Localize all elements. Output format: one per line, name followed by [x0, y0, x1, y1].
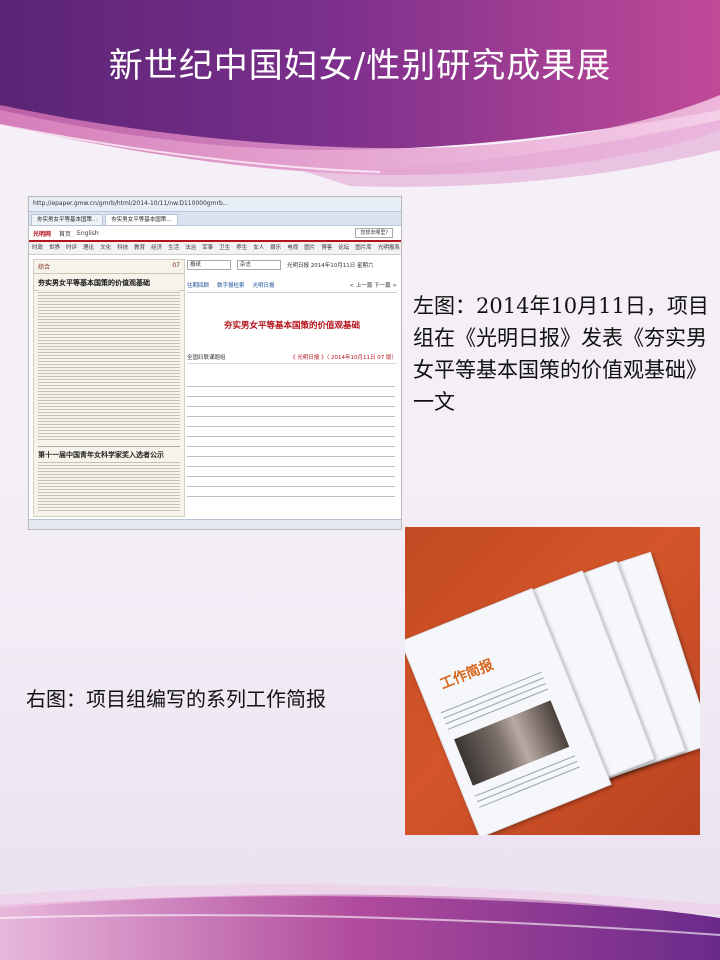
paper-bottom-headline: 第十一届中国青年女科学家奖入选者公示: [38, 446, 180, 460]
nav-item: 时评: [66, 245, 78, 251]
nav-item: 卫生: [219, 245, 231, 251]
slide-title: 新世纪中国妇女/性别研究成果展: [108, 46, 612, 86]
browser-tabs: 夯实男女平等基本国策... 夯实男女平等基本国策...: [29, 212, 401, 226]
nav-item: 图片: [304, 245, 316, 251]
nav-item: 经济: [151, 245, 163, 251]
bulletin-cover-title: 工作简报: [437, 656, 496, 693]
article-pager: < 上一篇 下一篇 >: [349, 283, 397, 289]
bulletins-photo: 工作简报 工作简报 工作简报 工作简报: [405, 527, 700, 835]
address-bar: http://epaper.gmw.cn/gmrb/html/2014-10/1…: [29, 197, 401, 212]
site-search-button: 您想去哪里?: [355, 228, 393, 238]
home-link: 首页: [59, 230, 72, 238]
caption-left: 左图：2014年10月11日，项目组在《光明日报》发表《夯实男女平等基本国策的价…: [413, 294, 709, 414]
article-text-lines: [187, 377, 395, 501]
browser-status-bar: [29, 519, 401, 529]
nav-item: 图片库: [355, 245, 372, 251]
newspaper-page-image: 综合 07 夯实男女平等基本国策的价值观基础 第十一届中国青年女科学家奖入选者公…: [33, 259, 185, 517]
caption-right: 右图：项目组编写的系列工作简报: [26, 687, 326, 711]
filter-select: 报纸: [187, 260, 231, 270]
nav-item: 光明报系: [377, 245, 400, 251]
nav-item: 养生: [236, 245, 248, 251]
nav-item: 生活: [168, 245, 180, 251]
nav-item: 电视: [287, 245, 299, 251]
nav-item: 教育: [134, 245, 146, 251]
paper-text-lines: [38, 290, 180, 440]
edition-date: 光明日报 2014年10月11日 星期六: [287, 263, 374, 269]
nav-item: 博客: [321, 245, 333, 251]
nav-item: 时政: [32, 245, 44, 251]
article-panel: 报纸 杂志 光明日报 2014年10月11日 星期六 往期回顾 数字报检索 光明…: [187, 259, 397, 515]
article-link: 往期回顾: [187, 283, 210, 289]
browser-tab: 夯实男女平等基本国策...: [31, 214, 104, 225]
nav-item: 军事: [202, 245, 214, 251]
nav-item: 女人: [253, 245, 265, 251]
article-links: 往期回顾 数字报检索 光明日报 < 上一篇 下一篇 >: [187, 281, 397, 293]
english-link: English: [77, 229, 99, 237]
nav-item: 法治: [185, 245, 197, 251]
paper-page-number: 07: [172, 262, 180, 269]
article-byline: 全国妇联课题组: [187, 355, 226, 361]
nav-item: 文化: [100, 245, 112, 251]
filter-select: 杂志: [237, 260, 281, 270]
article-source: 《 光明日报 》（ 2014年10月11日 07 版）: [290, 355, 397, 361]
nav-item: 科技: [117, 245, 129, 251]
nav-item: 理论: [83, 245, 95, 251]
browser-tab-active: 夯实男女平等基本国策...: [105, 214, 178, 225]
site-logo: 光明网: [33, 230, 52, 238]
nav-item: 论坛: [338, 245, 350, 251]
article-link: 数字报检索: [217, 283, 245, 289]
site-header: 光明网 首页 English 您想去哪里?: [29, 226, 401, 242]
nav-item: 娱乐: [270, 245, 282, 251]
paper-page-name: 综合: [38, 264, 51, 271]
article-link: 光明日报: [252, 283, 275, 289]
nav-item: 世界: [49, 245, 61, 251]
paper-headline: 夯实男女平等基本国策的价值观基础: [34, 274, 184, 291]
newspaper-webpage-screenshot: http://epaper.gmw.cn/gmrb/html/2014-10/1…: [28, 196, 402, 530]
article-title: 夯实男女平等基本国策的价值观基础: [223, 321, 360, 331]
site-nav: 时政 世界 时评 理论 文化 科技 教育 经济 生活 法治 军事 卫生 养生 女人 娱乐 电视 图片 博客 论坛 图片…: [29, 242, 401, 255]
paper-text-lines: [38, 460, 180, 512]
